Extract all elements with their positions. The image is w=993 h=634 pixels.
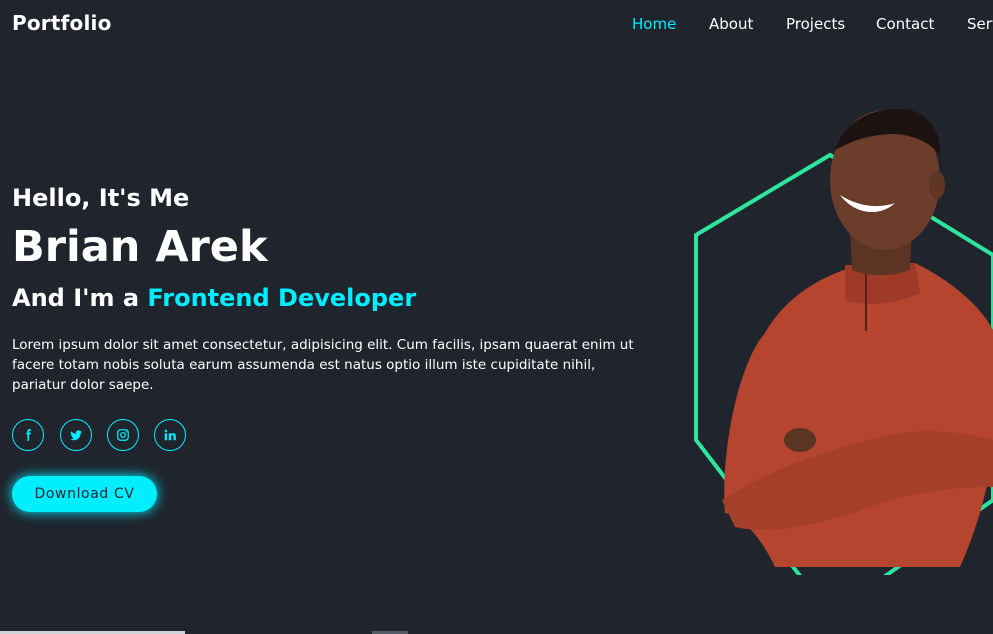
hero-portrait [650, 95, 993, 618]
hand [784, 428, 816, 452]
nav-home[interactable]: Home [632, 15, 676, 33]
site-header: Portfolio Home About Projects Contact Se… [0, 0, 993, 50]
portrait-illustration [694, 109, 993, 618]
nav-projects[interactable]: Projects [786, 15, 845, 33]
nav-about[interactable]: About [709, 15, 753, 33]
main-nav: Home About Projects Contact Serv [632, 15, 993, 37]
hero-greeting: Hello, It's Me [12, 184, 190, 212]
hero-role: And I'm a Frontend Developer [12, 280, 416, 316]
twitter-icon [70, 430, 82, 441]
hero-role-highlight: Frontend Developer [147, 284, 417, 312]
facebook-icon [26, 429, 31, 441]
instagram-icon [117, 429, 129, 441]
hero-role-prefix: And I'm a [12, 284, 148, 312]
linkedin-icon [164, 429, 176, 441]
hero-name: Brian Arek [12, 222, 268, 272]
facebook-link[interactable] [12, 419, 44, 451]
ear [929, 171, 945, 199]
nav-services[interactable]: Serv [967, 15, 993, 33]
twitter-link[interactable] [60, 419, 92, 451]
linkedin-link[interactable] [154, 419, 186, 451]
site-logo[interactable]: Portfolio [12, 11, 112, 35]
hero-description: Lorem ipsum dolor sit amet consectetur, … [12, 337, 634, 393]
nav-contact[interactable]: Contact [876, 15, 934, 33]
instagram-link[interactable] [107, 419, 139, 451]
download-cv-button[interactable]: Download CV [12, 476, 157, 512]
